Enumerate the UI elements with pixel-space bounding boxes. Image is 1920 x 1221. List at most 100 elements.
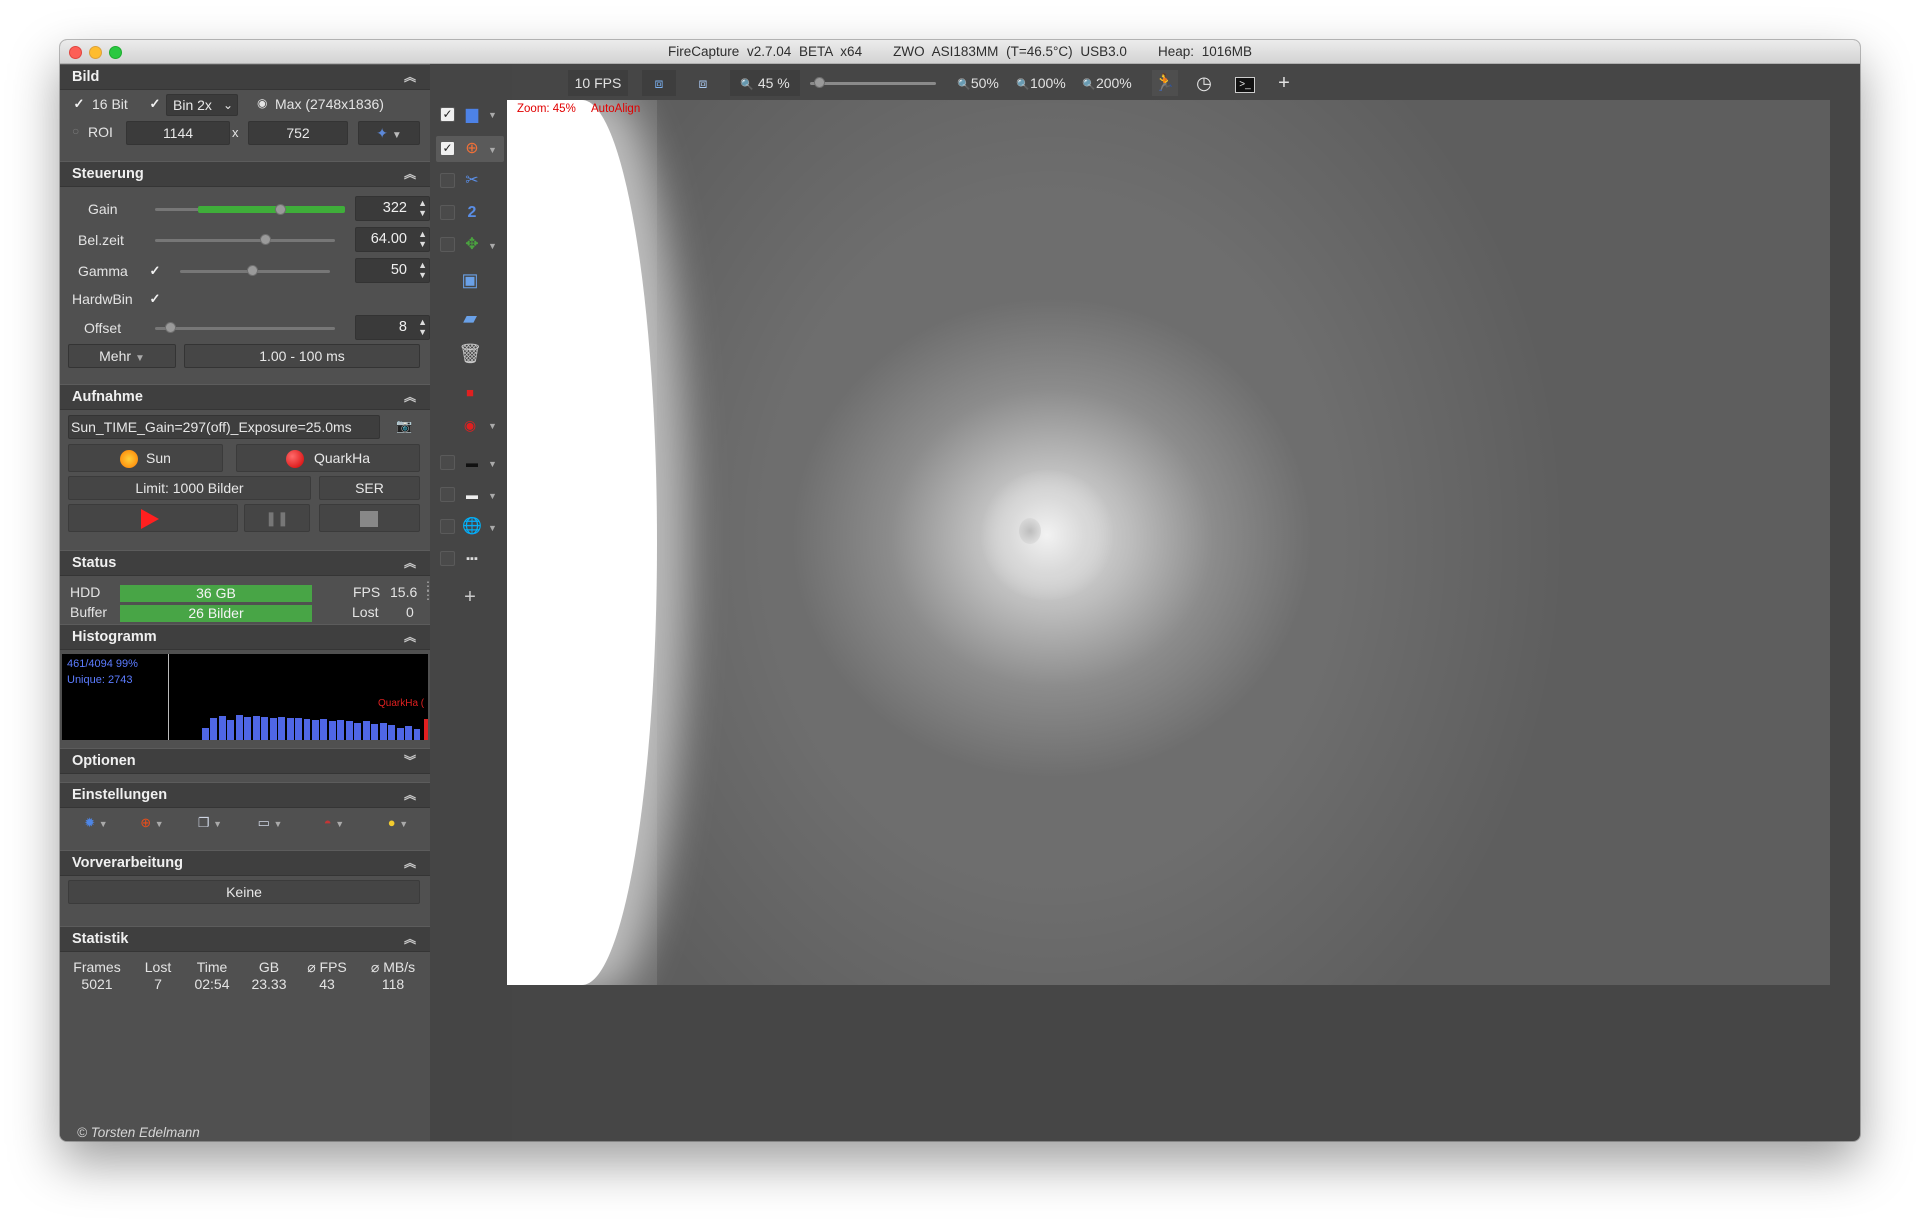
- max-radio[interactable]: ◉: [257, 96, 267, 110]
- globe-toggle-checkbox[interactable]: [440, 519, 455, 534]
- mehr-dropdown[interactable]: Mehr ▼: [68, 344, 176, 368]
- section-aufnahme-header[interactable]: Aufnahme ︽: [60, 384, 430, 410]
- focus-toggle-checkbox[interactable]: [440, 205, 455, 220]
- histogram-icon[interactable]: ▆: [460, 104, 484, 126]
- exposure-slider[interactable]: [155, 239, 335, 242]
- roi-position-select[interactable]: ✦ ▼: [358, 121, 420, 145]
- hardwbin-checkbox[interactable]: ✓: [148, 292, 162, 306]
- settings-monitor-dropdown[interactable]: ▭ ▼: [244, 811, 296, 835]
- crosshair-toggle-checkbox[interactable]: ✓: [440, 141, 455, 156]
- stop-button[interactable]: [319, 504, 420, 532]
- chevron-down-icon[interactable]: ▼: [488, 523, 497, 533]
- flatframe-icon[interactable]: ▬: [460, 484, 484, 506]
- zoom-50-button[interactable]: 🔍50%: [952, 70, 1004, 96]
- 16bit-checkbox[interactable]: ✓: [72, 97, 86, 111]
- chevron-down-icon[interactable]: ▼: [488, 421, 497, 431]
- stepper-icon[interactable]: ▲ ▼: [418, 260, 427, 280]
- globe-icon[interactable]: 🌐: [460, 516, 484, 538]
- live-image-view[interactable]: Zoom: 45% AutoAlign: [507, 100, 1830, 985]
- expand-icon[interactable]: ︾: [404, 749, 416, 774]
- offset-slider-handle[interactable]: [165, 322, 176, 333]
- save-icon[interactable]: ▣: [458, 269, 482, 291]
- section-histogramm-header[interactable]: Histogramm ︽: [60, 624, 430, 650]
- darkframe-toggle-checkbox[interactable]: [440, 455, 455, 470]
- offset-slider[interactable]: [155, 327, 335, 330]
- chevron-down-icon[interactable]: ▼: [488, 241, 497, 251]
- section-statistik-header[interactable]: Statistik ︽: [60, 926, 430, 952]
- collapse-icon[interactable]: ︽: [404, 65, 416, 90]
- offset-input[interactable]: 8 ▲ ▼: [355, 315, 430, 340]
- chevron-down-icon[interactable]: ▼: [488, 110, 497, 120]
- settings-light-dropdown[interactable]: ● ▼: [372, 811, 424, 835]
- record-overlay-icon[interactable]: ■: [458, 382, 482, 404]
- section-bild-header[interactable]: Bild ︽: [60, 64, 430, 90]
- settings-target-dropdown[interactable]: ⊕ ▼: [126, 811, 178, 835]
- histogram-toggle-checkbox[interactable]: ✓: [440, 107, 455, 122]
- pause-button[interactable]: ❚❚: [244, 504, 310, 532]
- chevron-down-icon[interactable]: ▼: [488, 491, 497, 501]
- scissors-toggle-checkbox[interactable]: [440, 173, 455, 188]
- settings-filterwheel-dropdown[interactable]: ◓ ▼: [308, 811, 360, 835]
- exposure-slider-handle[interactable]: [260, 234, 271, 245]
- add-toolbar-button[interactable]: +: [1272, 70, 1296, 96]
- bin-select[interactable]: Bin 2x ⌄: [166, 94, 238, 116]
- record-start-button[interactable]: [68, 504, 238, 532]
- exposure-input[interactable]: 64.00 ▲ ▼: [355, 227, 430, 252]
- autoalign-icon[interactable]: ✥: [460, 234, 484, 256]
- stepper-icon[interactable]: ▲ ▼: [418, 198, 427, 218]
- collapse-icon[interactable]: ︽: [404, 927, 416, 952]
- counter-toggle-checkbox[interactable]: [440, 551, 455, 566]
- scissors-icon[interactable]: ✂: [460, 170, 484, 192]
- star-toggle-checkbox[interactable]: [440, 237, 455, 252]
- folder-icon[interactable]: ▰: [458, 307, 482, 329]
- profile-quarkha-button[interactable]: QuarkHa: [236, 444, 420, 472]
- roi-width-input[interactable]: 1144: [126, 121, 230, 145]
- chevron-down-icon[interactable]: ▼: [488, 459, 497, 469]
- gamma-checkbox[interactable]: ✓: [148, 264, 162, 278]
- collapse-icon[interactable]: ︽: [404, 385, 416, 410]
- minimize-window-button[interactable]: [89, 46, 102, 59]
- run-button[interactable]: 🏃: [1152, 70, 1178, 96]
- stepper-icon[interactable]: ▲ ▼: [418, 317, 427, 337]
- settings-gear-dropdown[interactable]: ✹ ▼: [70, 811, 122, 835]
- section-status-header[interactable]: Status ︽: [60, 550, 430, 576]
- section-steuerung-header[interactable]: Steuerung ︽: [60, 161, 430, 187]
- focus-icon[interactable]: 2: [460, 202, 484, 224]
- collapse-icon[interactable]: ︽: [404, 851, 416, 876]
- collapse-icon[interactable]: ︽: [404, 625, 416, 650]
- zoom-field[interactable]: 🔍 45 %: [730, 70, 800, 96]
- format-button[interactable]: SER: [319, 476, 420, 500]
- gamma-input[interactable]: 50 ▲ ▼: [355, 258, 430, 283]
- collapse-icon[interactable]: ︽: [404, 162, 416, 187]
- darkframe-icon[interactable]: ▬: [460, 452, 484, 474]
- limit-button[interactable]: Limit: 1000 Bilder: [68, 476, 311, 500]
- snapshot-icon[interactable]: ◉: [458, 414, 482, 436]
- gain-input[interactable]: 322 ▲ ▼: [355, 196, 430, 221]
- camera-icon[interactable]: 📷: [396, 418, 412, 434]
- chevron-down-icon[interactable]: ▼: [488, 145, 497, 155]
- section-vorverarbeitung-header[interactable]: Vorverarbeitung ︽: [60, 850, 430, 876]
- flatframe-toggle-checkbox[interactable]: [440, 487, 455, 502]
- zoom-100-button[interactable]: 🔍100%: [1012, 70, 1070, 96]
- gain-slider-handle[interactable]: [275, 204, 286, 215]
- section-optionen-header[interactable]: Optionen ︾: [60, 748, 430, 774]
- zoom-slider-handle[interactable]: [814, 77, 825, 88]
- stepper-icon[interactable]: ▲ ▼: [418, 229, 427, 249]
- close-window-button[interactable]: [69, 46, 82, 59]
- gamma-slider-handle[interactable]: [247, 265, 258, 276]
- add-tool-icon[interactable]: +: [458, 586, 482, 608]
- terminal-button[interactable]: >_: [1232, 70, 1258, 96]
- fps-limit-button[interactable]: 10 FPS: [568, 70, 628, 96]
- counter-icon[interactable]: ▪▪▪: [460, 548, 484, 570]
- clock-button[interactable]: ◷: [1190, 70, 1218, 96]
- zoom-window-button[interactable]: [109, 46, 122, 59]
- settings-copy-dropdown[interactable]: ❐ ▼: [184, 811, 236, 835]
- preprocessing-select[interactable]: Keine: [68, 880, 420, 904]
- zoom-slider[interactable]: [810, 82, 936, 85]
- profile-sun-button[interactable]: Sun: [68, 444, 223, 472]
- filename-field[interactable]: Sun_TIME_Gain=297(off)_Exposure=25.0ms: [68, 415, 380, 439]
- trash-icon[interactable]: 🗑: [458, 344, 482, 366]
- zoom-200-button[interactable]: 🔍200%: [1078, 70, 1136, 96]
- collapse-icon[interactable]: ︽: [404, 551, 416, 576]
- bin-checkbox[interactable]: ✓: [148, 97, 162, 111]
